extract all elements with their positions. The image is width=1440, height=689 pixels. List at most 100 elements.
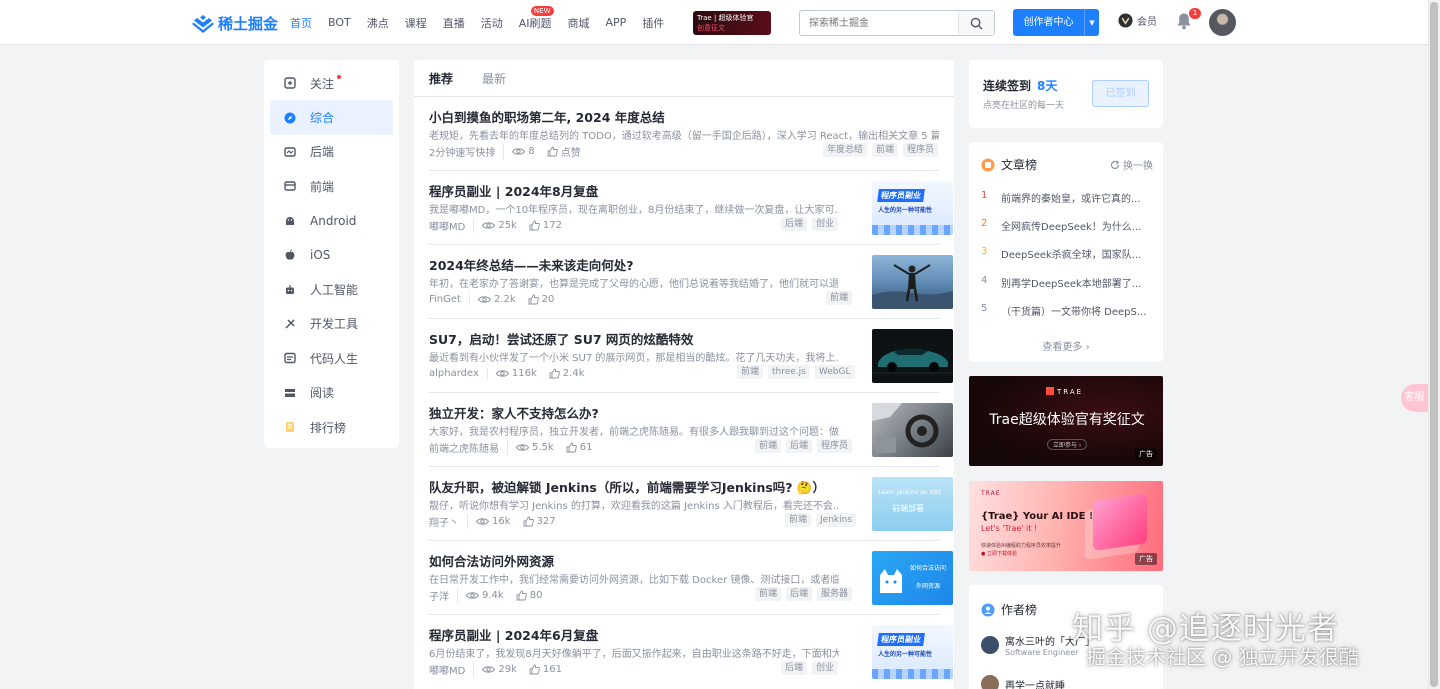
article-tag[interactable]: 程序员 <box>817 439 853 453</box>
trae-ad-banner-pink[interactable]: TRAE {Trae} Your AI IDE ! Let's 'Trae' i… <box>969 481 1163 571</box>
nav-course[interactable]: 课程 <box>405 15 427 31</box>
article-tag[interactable]: 前端 <box>737 365 764 379</box>
article-title[interactable]: 独立开发：家人不支持怎么办? <box>429 403 939 422</box>
rank-item[interactable]: 1 前端界的秦始皇，或许它真的... <box>981 190 1151 205</box>
author-item[interactable]: 再学一点就睡 <box>981 675 1065 689</box>
nav-live[interactable]: 直播 <box>443 15 465 31</box>
article-tag[interactable]: 后端 <box>786 587 813 601</box>
sidebar-item-ios[interactable]: iOS <box>270 238 393 272</box>
article-tag[interactable]: 前端 <box>785 513 812 527</box>
article-tag[interactable]: 后端 <box>781 217 808 231</box>
like-count[interactable]: 20 <box>528 294 554 305</box>
article-title[interactable]: 小白到摸鱼的职场第二年, 2024 年度总结 <box>429 107 939 126</box>
user-avatar[interactable] <box>1209 9 1236 36</box>
like-count[interactable]: 161 <box>529 664 562 675</box>
like-count[interactable]: 327 <box>523 516 556 527</box>
tab-recommended[interactable]: 推荐 <box>429 70 453 87</box>
article-title[interactable]: 2024年终总结——未来该走向何处? <box>429 255 939 274</box>
article-item[interactable]: 如何合法访问外网资源 在日常开发工作中，我们经常需要访问外网资源，比如下载 Do… <box>429 551 953 613</box>
rank-item[interactable]: 3 DeepSeek杀疯全球，国家队... <box>981 246 1151 261</box>
article-author[interactable]: 前端之虎陈随易 <box>429 439 508 455</box>
rank-item[interactable]: 4 别再学DeepSeek本地部署了... <box>981 275 1151 290</box>
author-avatar[interactable] <box>981 675 999 689</box>
article-tag[interactable]: 服务器 <box>817 587 853 601</box>
creator-center-button[interactable]: 创作者中心 ▼ <box>1013 9 1099 36</box>
sidebar-item-ai[interactable]: 人工智能 <box>270 272 393 306</box>
nav-plugin[interactable]: 插件 <box>642 15 664 31</box>
signed-in-button[interactable]: 已签到 <box>1092 80 1149 107</box>
sidebar-item-android[interactable]: Android <box>270 204 393 238</box>
article-tag[interactable]: 程序员 <box>903 143 939 157</box>
like-count[interactable]: 172 <box>529 220 562 231</box>
article-tag[interactable]: 前端 <box>872 143 899 157</box>
article-author[interactable]: alphardex <box>429 367 488 379</box>
nav-bot[interactable]: BOT <box>328 16 351 29</box>
site-logo[interactable]: 稀土掘金 <box>192 13 278 34</box>
article-title[interactable]: 队友升职，被迫解锁 Jenkins（所以，前端需要学习Jenkins吗? 🤔） <box>429 477 939 496</box>
article-thumbnail[interactable]: 程序员副业 人生的另一种可能性 <box>872 181 953 235</box>
nav-mall[interactable]: 商城 <box>568 15 590 31</box>
caret-down-icon[interactable]: ▼ <box>1085 19 1099 27</box>
sidebar-item-code-life[interactable]: 代码人生 <box>270 341 393 375</box>
article-item[interactable]: 队友升职，被迫解锁 Jenkins（所以，前端需要学习Jenkins吗? 🤔） … <box>429 477 953 539</box>
like-count[interactable]: 点赞 <box>547 144 581 159</box>
article-title[interactable]: 如何合法访问外网资源 <box>429 551 939 570</box>
article-tag[interactable]: 后端 <box>781 661 808 675</box>
rank-switch-button[interactable]: 换一换 <box>1110 157 1153 172</box>
article-author[interactable]: FinGet <box>429 293 470 305</box>
nav-app[interactable]: APP <box>606 16 627 29</box>
nav-ai-practice[interactable]: AI刷题 NEW <box>519 5 554 31</box>
article-tag[interactable]: 后端 <box>786 439 813 453</box>
search-input[interactable] <box>800 11 960 35</box>
sidebar-item-frontend[interactable]: 前端 <box>270 169 393 203</box>
sidebar-item-reading[interactable]: 阅读 <box>270 376 393 410</box>
article-tag[interactable]: Jenkins <box>816 513 857 527</box>
page-scrollbar-thumb[interactable] <box>1430 2 1438 687</box>
article-item[interactable]: 程序员副业 | 2024年6月复盘 6月份结束了，我发现8月天好像躺平了，后面又… <box>429 625 953 687</box>
article-tag[interactable]: 创业 <box>812 661 839 675</box>
tab-latest[interactable]: 最新 <box>482 70 506 87</box>
article-tag[interactable]: 年度总结 <box>823 143 868 157</box>
article-thumbnail[interactable]: Learn Jenkins on K8S 前端部署 <box>872 477 953 531</box>
nav-home[interactable]: 首页 <box>290 15 312 31</box>
article-tag[interactable]: 创业 <box>812 217 839 231</box>
article-title[interactable]: SU7，启动！尝试还原了 SU7 网页的炫酷特效 <box>429 329 939 348</box>
article-title[interactable]: 程序员副业 | 2024年6月复盘 <box>429 625 939 644</box>
article-tag[interactable]: 前端 <box>755 587 782 601</box>
rank-item[interactable]: 2 全网疯传DeepSeek！为什么... <box>981 218 1151 233</box>
article-author[interactable]: 2分钟速写快排 <box>429 143 505 159</box>
article-tag[interactable]: 前端 <box>826 291 853 305</box>
article-thumbnail[interactable]: 程序员副业 人生的另一种可能性 <box>872 625 953 679</box>
article-author[interactable]: 翔子丶 <box>429 513 468 529</box>
floating-help-button[interactable]: 客服 <box>1401 384 1428 412</box>
article-item[interactable]: 独立开发：家人不支持怎么办? 大家好，我是农村程序员，独立开发者，前端之虎陈随易… <box>429 403 953 465</box>
trae-ad-banner-dark[interactable]: TRAE Trae超级体验官有奖征文 立即参与 › 广告 <box>969 376 1163 466</box>
search-button[interactable] <box>958 11 994 35</box>
trae-promo-banner[interactable]: Trae | 超级体验官 创意征文 <box>693 11 771 35</box>
article-author[interactable]: 嘟嘟MD <box>429 217 475 233</box>
article-tag[interactable]: three.js <box>768 365 810 379</box>
article-author[interactable]: 子洋 <box>429 587 458 603</box>
sidebar-item-ranking[interactable]: 排行榜 <box>270 410 393 444</box>
article-author[interactable]: 嘟嘟MD <box>429 661 475 677</box>
like-count[interactable]: 80 <box>516 590 542 601</box>
like-count[interactable]: 61 <box>566 442 592 453</box>
author-avatar[interactable] <box>981 636 999 654</box>
sidebar-item-comprehensive[interactable]: 综合 <box>270 100 393 135</box>
article-title[interactable]: 程序员副业 | 2024年8月复盘 <box>429 181 939 200</box>
article-tag[interactable]: 前端 <box>755 439 782 453</box>
nav-pins[interactable]: 沸点 <box>367 15 389 31</box>
article-thumbnail[interactable] <box>872 403 953 457</box>
article-item[interactable]: SU7，启动！尝试还原了 SU7 网页的炫酷特效 最近看到有小伙伴发了一个小米 … <box>429 329 953 391</box>
article-item[interactable]: 2024年终总结——未来该走向何处? 年初，在老家办了答谢宴，也算是完成了父母的… <box>429 255 953 317</box>
sidebar-item-backend[interactable]: 后端 <box>270 135 393 169</box>
article-item[interactable]: 小白到摸鱼的职场第二年, 2024 年度总结 老规矩，先看去年的年度总结列的 T… <box>429 107 939 169</box>
rank-item[interactable]: 5 （干货篇）一文带你将 DeepS... <box>981 303 1151 318</box>
vip-link[interactable]: 会员 <box>1118 13 1157 28</box>
article-thumbnail[interactable]: 如何合法访问 外网资源 <box>872 551 953 605</box>
sidebar-item-follow[interactable]: 关注 <box>270 66 393 100</box>
article-tag[interactable]: WebGL <box>814 365 855 379</box>
like-count[interactable]: 2.4k <box>549 368 585 379</box>
sidebar-item-devtools[interactable]: 开发工具 <box>270 307 393 341</box>
article-thumbnail[interactable] <box>872 329 953 383</box>
